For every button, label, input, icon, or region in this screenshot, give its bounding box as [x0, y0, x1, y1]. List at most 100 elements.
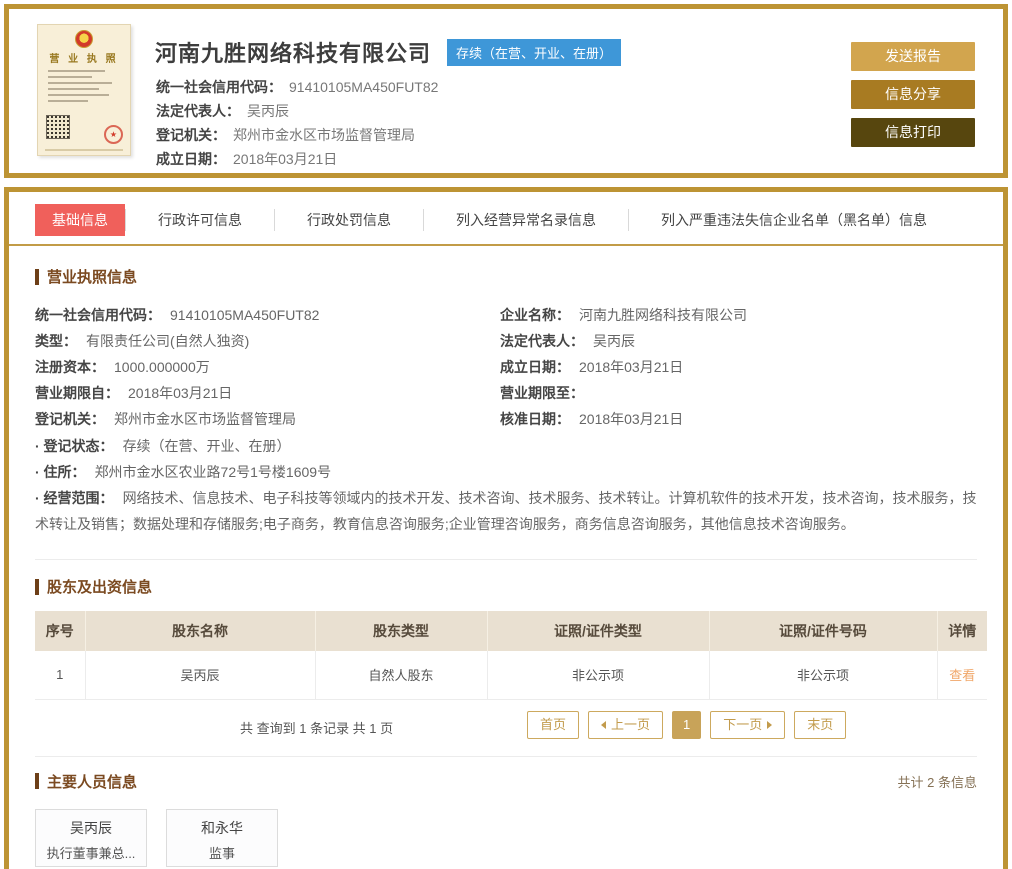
cell-shareholder-name: 吴丙辰 — [84, 651, 316, 700]
field-established-date: 成立日期： 2018年03月21日 — [156, 147, 438, 171]
staff-section: 主要人员信息 共计 2 条信息 吴丙辰 执行董事兼总... 和永华 监事 — [35, 755, 977, 867]
column-header-cert-number: 证照/证件号码 — [709, 611, 938, 651]
column-header-cert-type: 证照/证件类型 — [487, 611, 710, 651]
field-value: 郑州市金水区农业路72号1号楼1609号 — [94, 464, 332, 480]
staff-section-title: 主要人员信息 — [35, 771, 137, 792]
tab-admin-penalty[interactable]: 行政处罚信息 — [305, 204, 393, 236]
person-position: 执行董事兼总... — [46, 845, 136, 861]
company-summary-fields: 统一社会信用代码： 91410105MA450FUT82 法定代表人： 吴丙辰 登记… — [156, 75, 438, 171]
column-header-shareholder-name: 股东名称 — [85, 611, 316, 651]
field-established-date: 成立日期： 2018年03月21日 — [500, 354, 747, 380]
person-card[interactable]: 吴丙辰 执行董事兼总... — [35, 808, 147, 867]
field-value: 91410105MA450FUT82 — [170, 307, 320, 323]
pagination-first-label: 首页 — [540, 716, 567, 732]
print-info-button[interactable]: 信息打印 — [851, 118, 975, 147]
pagination-last-button[interactable]: 末页 — [794, 710, 847, 739]
column-header-shareholder-type: 股东类型 — [315, 611, 488, 651]
tab-basic-info[interactable]: 基础信息 — [35, 204, 125, 236]
pagination-first-button[interactable]: 首页 — [527, 710, 580, 739]
share-info-button[interactable]: 信息分享 — [851, 80, 975, 109]
section-divider — [35, 559, 977, 560]
cell-index: 1 — [35, 651, 86, 700]
pagination-last-label: 末页 — [807, 716, 834, 732]
view-detail-link[interactable]: 查看 — [949, 668, 975, 683]
field-label: 成立日期： — [156, 151, 226, 167]
field-reg-authority: 登记机关： 郑州市金水区市场监督管理局 — [156, 123, 438, 147]
tab-admin-license[interactable]: 行政许可信息 — [156, 204, 244, 236]
column-header-detail: 详情 — [937, 611, 987, 651]
pagination-next-label: 下一页 — [723, 716, 763, 732]
field-credit-code: 统一社会信用代码： 91410105MA450FUT82 — [156, 75, 438, 99]
field-company-name: 企业名称： 河南九胜网络科技有限公司 — [500, 302, 747, 328]
business-license-image: 营 业 执 照 — [37, 24, 131, 156]
license-image-title: 营 业 执 照 — [49, 54, 119, 65]
field-reg-status: · 登记状态： 存续（在营、开业、在册） — [35, 433, 977, 459]
field-value: 河南九胜网络科技有限公司 — [579, 307, 747, 323]
cell-shareholder-type: 自然人股东 — [314, 651, 488, 700]
field-value: 2018年03月21日 — [579, 411, 684, 427]
field-label: 法定代表人： — [156, 103, 240, 119]
staff-section-header: 主要人员信息 共计 2 条信息 — [35, 771, 977, 792]
field-address: · 住所： 郑州市金水区农业路72号1号楼1609号 — [35, 459, 977, 485]
field-business-scope: · 经营范围： 网络技术、信息技术、电子科技等领域内的技术开发、技术咨询、技术服务… — [35, 485, 977, 537]
field-value: 郑州市金水区市场监督管理局 — [114, 411, 296, 427]
pagination-page-1-button[interactable]: 1 — [672, 710, 702, 739]
field-label: 法定代表人： — [500, 333, 584, 349]
tab-divider — [274, 209, 275, 231]
cell-detail: 查看 — [936, 651, 987, 700]
field-reg-authority: 登记机关： 郑州市金水区市场监督管理局 — [35, 406, 500, 432]
field-value: 吴丙辰 — [247, 103, 289, 119]
license-section-title: 营业执照信息 — [35, 266, 977, 287]
field-term-from: 营业期限自： 2018年03月21日 — [35, 380, 500, 406]
field-label: 核准日期： — [500, 411, 570, 427]
field-label: 营业期限至： — [500, 385, 584, 401]
field-value: 91410105MA450FUT82 — [289, 79, 439, 95]
tab-blacklist[interactable]: 列入严重违法失信企业名单（黑名单）信息 — [659, 204, 929, 236]
field-approval-date: 核准日期： 2018年03月21日 — [500, 406, 747, 432]
field-value: 网络技术、信息技术、电子科技等领域内的技术开发、技术咨询、技术服务、技术转让。计… — [35, 490, 977, 532]
field-label: 营业期限自： — [35, 385, 119, 401]
field-legal-rep: 法定代表人： 吴丙辰 — [500, 328, 747, 354]
license-full-width-fields: · 登记状态： 存续（在营、开业、在册） · 住所： 郑州市金水区农业路72号1号楼… — [35, 433, 977, 537]
field-label: 类型： — [35, 333, 77, 349]
company-title-row: 河南九胜网络科技有限公司 存续（在营、开业、在册） — [155, 36, 622, 68]
detail-content: 营业执照信息 统一社会信用代码： 91410105MA450FUT82 类型： 有限… — [9, 266, 1003, 867]
tab-divider — [628, 209, 629, 231]
tab-divider — [423, 209, 424, 231]
license-fields-right: 企业名称： 河南九胜网络科技有限公司 法定代表人： 吴丙辰 成立日期： 2018年03… — [500, 302, 747, 432]
field-label: 登记机关： — [156, 127, 226, 143]
field-label: 成立日期： — [500, 359, 570, 375]
field-company-type: 类型： 有限责任公司(自然人独资) — [35, 328, 500, 354]
field-legal-rep: 法定代表人： 吴丙辰 — [156, 99, 438, 123]
shareholders-section: 股东及出资信息 序号 股东名称 股东类型 证照/证件类型 证照/证件号码 详情 — [35, 576, 987, 742]
cell-cert-type: 非公示项 — [486, 651, 710, 700]
section-title-bar — [35, 268, 39, 285]
table-header-row: 序号 股东名称 股东类型 证照/证件类型 证照/证件号码 详情 — [35, 611, 987, 651]
license-footer-line — [45, 149, 123, 151]
table-row: 1 吴丙辰 自然人股东 非公示项 非公示项 查看 — [35, 651, 987, 700]
shareholders-section-title: 股东及出资信息 — [35, 576, 977, 597]
cell-cert-number: 非公示项 — [708, 651, 938, 700]
send-report-button[interactable]: 发送报告 — [851, 42, 975, 71]
pagination-next-button[interactable]: 下一页 — [710, 710, 786, 739]
red-seal-icon — [104, 125, 123, 144]
field-label: 注册资本： — [35, 359, 105, 375]
pagination-prev-button[interactable]: 上一页 — [588, 710, 664, 739]
person-card[interactable]: 和永华 监事 — [166, 808, 278, 867]
field-label: · 登记状态： — [35, 438, 114, 454]
shareholders-table: 序号 股东名称 股东类型 证照/证件类型 证照/证件号码 详情 1 吴丙辰 自然 — [35, 611, 987, 700]
national-emblem-icon — [75, 30, 93, 48]
field-term-to: 营业期限至： — [500, 380, 747, 406]
header-action-buttons: 发送报告 信息分享 信息打印 — [851, 42, 975, 156]
field-value: 2018年03月21日 — [128, 385, 233, 401]
tab-abnormal-list[interactable]: 列入经营异常名录信息 — [454, 204, 598, 236]
field-label: 登记机关： — [35, 411, 105, 427]
license-fields-left: 统一社会信用代码： 91410105MA450FUT82 类型： 有限责任公司(自然… — [35, 302, 500, 432]
tab-bar: 基础信息 行政许可信息 行政处罚信息 列入经营异常名录信息 列入严重违法失信企业… — [35, 204, 1003, 236]
section-title-bar — [35, 578, 39, 595]
section-title-bar — [35, 773, 39, 789]
tabbar-underline — [9, 244, 1003, 246]
status-badge: 存续（在营、开业、在册） — [447, 38, 622, 66]
pagination-prev-label: 上一页 — [611, 716, 651, 732]
field-label: · 住所： — [35, 464, 86, 480]
